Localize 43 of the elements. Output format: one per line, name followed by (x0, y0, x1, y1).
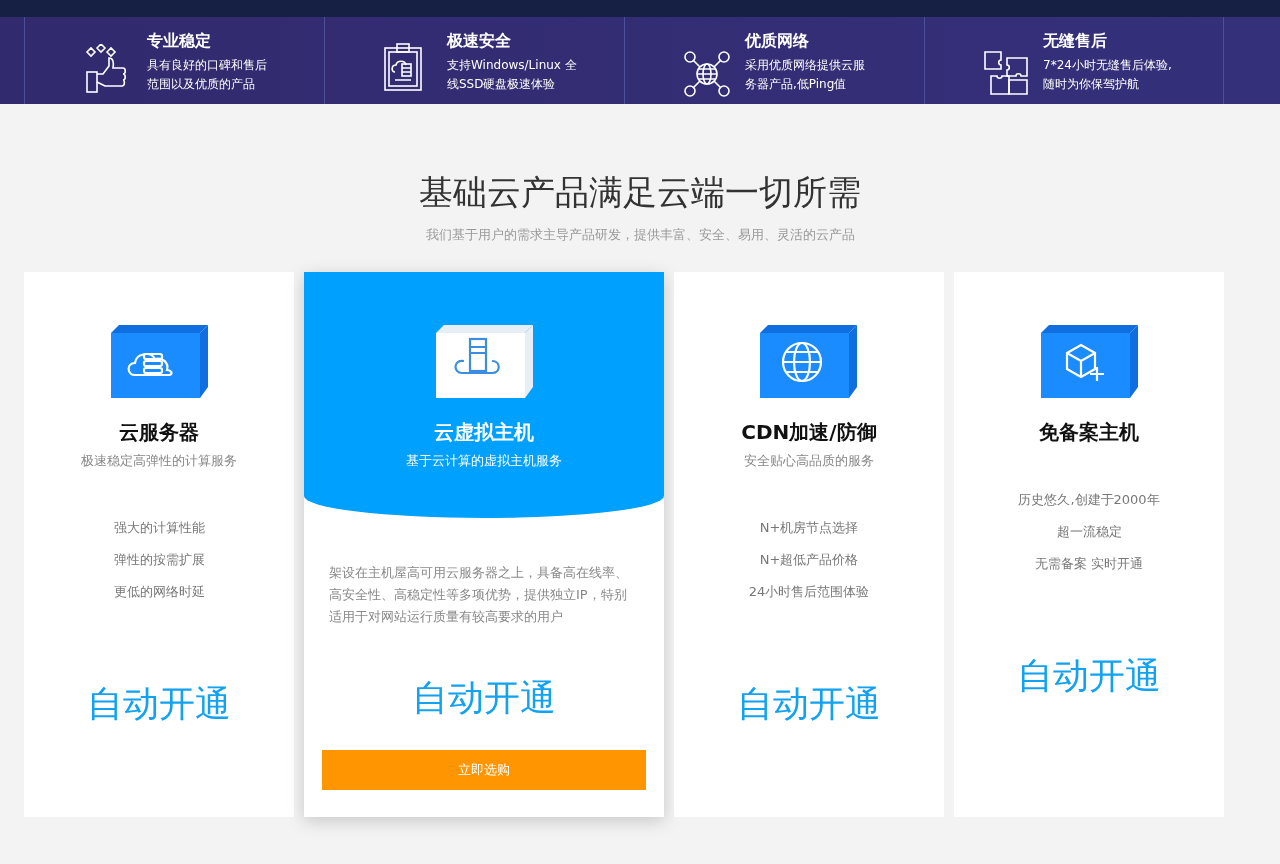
feature-text: 采用优质网络提供云服 (745, 57, 865, 74)
product-title: 云虚拟主机 (434, 419, 534, 446)
product-cube-icon (435, 325, 533, 398)
section-title: 基础云产品满足云端一切所需 (419, 171, 861, 214)
feature-title: 优质网络 (745, 30, 810, 52)
buy-now-button[interactable]: 立即选购 (322, 750, 646, 790)
section-subtitle: 我们基于用户的需求主导产品研发，提供丰富、安全、易用、灵活的云产品 (425, 226, 855, 244)
feature-point: 更低的网络时延 (113, 583, 205, 601)
feature-title: 极速安全 (447, 30, 512, 52)
feature-text: 务器产品,低Ping值 (745, 76, 848, 93)
feature-text: 线SSD硬盘极速体验 (447, 76, 557, 93)
feature-title: 无缝售后 (1043, 30, 1108, 52)
product-cube-icon (1040, 325, 1138, 398)
feature-point: N+超低产品价格 (759, 551, 859, 569)
feature-point: 强大的计算性能 (113, 519, 205, 537)
globe-network-icon (683, 50, 731, 98)
feature-title: 专业稳定 (147, 30, 212, 52)
auto-activation-text: 自动开通 (412, 676, 556, 720)
feature-point: 无需备案 实时开通 (1034, 555, 1144, 573)
feature-point: 历史悠久,创建于2000年 (1018, 491, 1160, 509)
product-title: 云服务器 (119, 419, 199, 446)
product-cube-icon (760, 325, 858, 398)
auto-activation-text: 自动开通 (737, 682, 881, 726)
feature-text: 随时为你保驾护航 (1043, 76, 1140, 93)
product-subtitle: 安全贴心高品质的服务 (744, 452, 874, 470)
feature-point: 超一流稳定 (1056, 523, 1122, 541)
feature-text: 具有良好的口碑和售后 (147, 57, 267, 74)
feature-text: 范围以及优质的产品 (147, 76, 256, 93)
product-subtitle: 基于云计算的虚拟主机服务 (406, 452, 562, 470)
feature-point: N+机房节点选择 (759, 519, 859, 537)
product-title: 免备案主机 (1039, 419, 1139, 446)
feature-text: 支持Windows/Linux 全 (447, 57, 577, 74)
product-subtitle: 极速稳定高弹性的计算服务 (81, 452, 237, 470)
product-cube-icon (110, 325, 208, 398)
feature-point: 弹性的按需扩展 (113, 551, 205, 569)
auto-activation-text: 自动开通 (87, 682, 231, 726)
feature-text: 7*24小时无缝售后体验, (1043, 57, 1172, 74)
puzzle-icon (983, 50, 1029, 96)
clipboard-icon (383, 42, 423, 92)
product-description: 架设在主机屋高可用云服务器之上，具备高在线率、高安全性、高稳定性等多项优势，提供独立IP，特别适用于对网站运行质量有较高要求的用户 (329, 564, 629, 626)
product-title: CDN加速/防御 (741, 419, 877, 446)
feature-point: 24小时售后范围体验 (748, 583, 870, 601)
auto-activation-text: 自动开通 (1017, 654, 1161, 698)
